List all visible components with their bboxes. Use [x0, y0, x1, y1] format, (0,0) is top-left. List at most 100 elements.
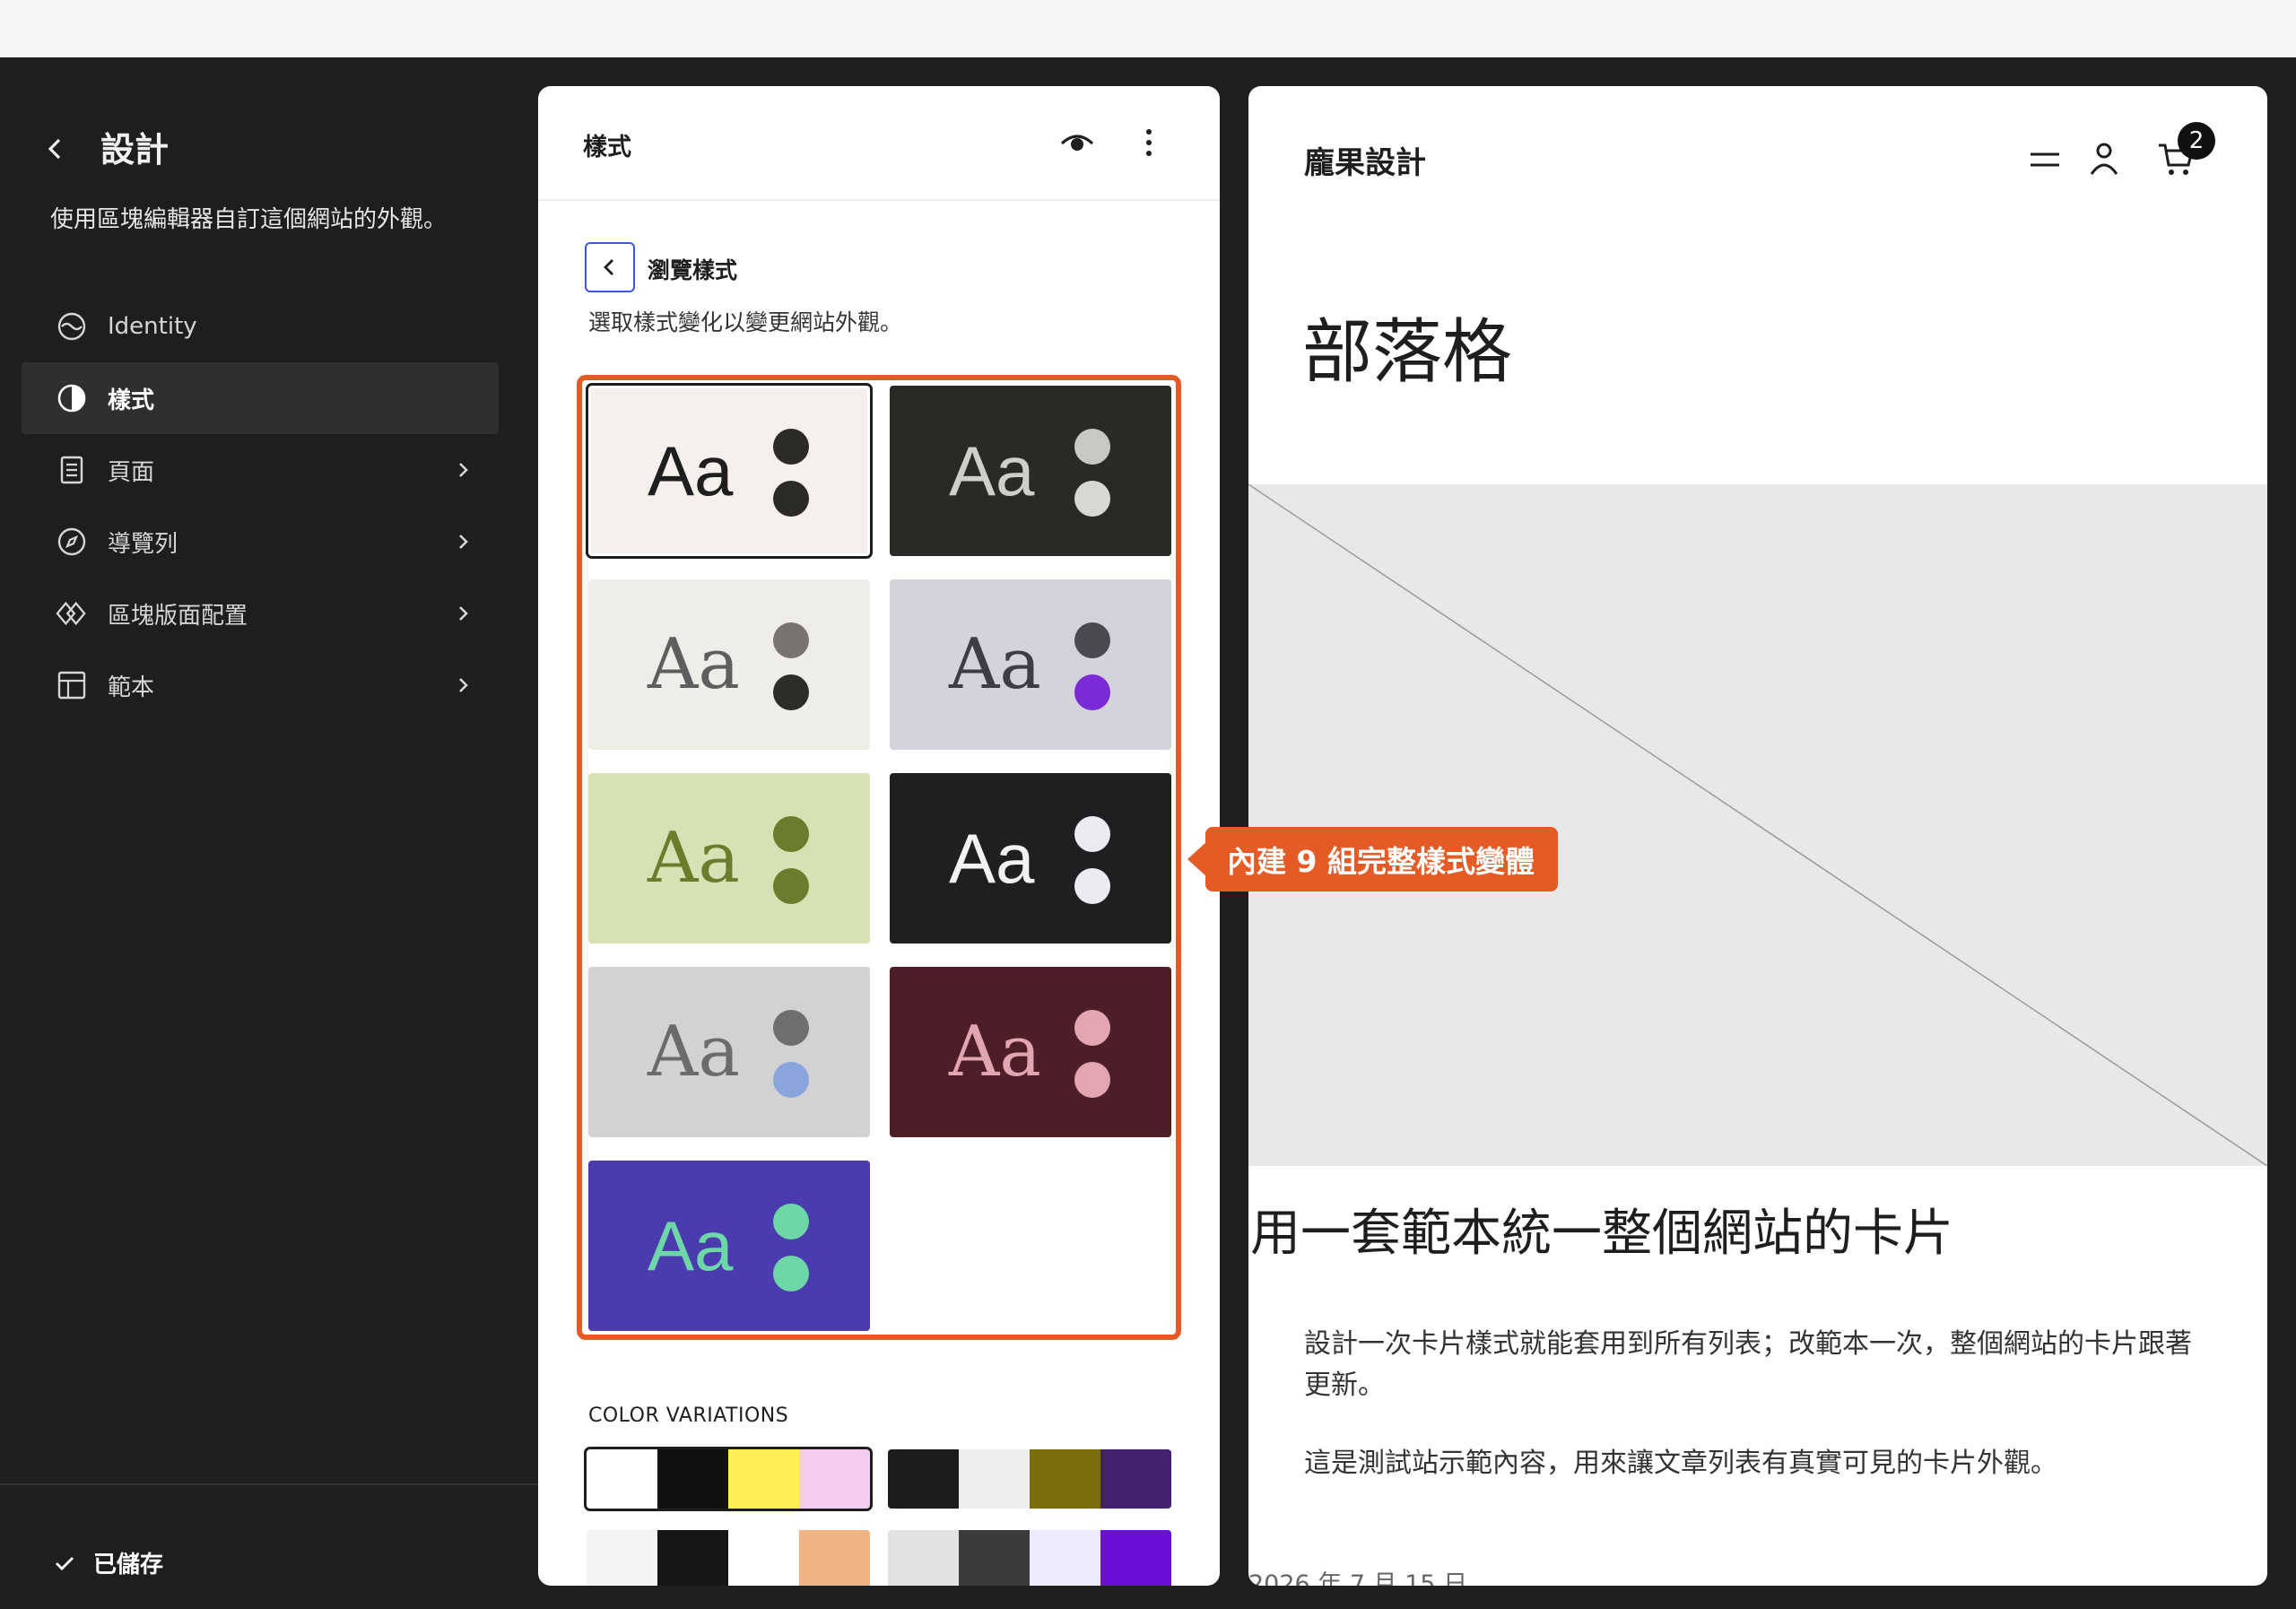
variation-color-dot [773, 481, 809, 517]
color-variation-4[interactable] [888, 1530, 1171, 1586]
palette-swatch [959, 1530, 1030, 1586]
chevron-right-icon [459, 535, 468, 549]
variation-sample-text: Aa [648, 624, 740, 705]
style-variation-3[interactable]: Aa [588, 579, 870, 750]
chevron-left-icon [48, 138, 61, 160]
panel-title: 樣式 [583, 134, 631, 161]
saved-label: 已儲存 [93, 1552, 164, 1579]
palette-swatch [1030, 1530, 1100, 1586]
variation-color-dot [773, 622, 809, 658]
menu-icon[interactable] [2027, 142, 2063, 178]
sidebar-title: 設計 [100, 130, 170, 170]
post-note: 這是測試站示範內容，用來讓文章列表有真實可見的卡片外觀。 [1304, 1448, 2057, 1479]
sidebar-item-identity[interactable]: Identity [22, 291, 499, 362]
variation-color-dot [773, 1062, 809, 1098]
placeholder-diagonal [1248, 483, 2267, 1167]
variation-color-dot [1074, 622, 1110, 658]
sidebar-item-templates[interactable]: 範本 [22, 649, 499, 721]
variation-sample-text: Aa [648, 1012, 740, 1092]
more-options-button[interactable] [1126, 120, 1171, 165]
post-title[interactable]: 用一套範本統一整個網站的卡片 [1250, 1193, 1953, 1265]
variation-sample-text: Aa [648, 1206, 734, 1285]
palette-swatch [888, 1530, 959, 1586]
style-variation-4[interactable]: Aa [890, 579, 1171, 750]
eye-icon [1060, 135, 1094, 151]
style-variation-6[interactable]: Aa [890, 773, 1171, 944]
save-status: 已儲存 [52, 1546, 163, 1579]
contrast-icon [56, 382, 88, 414]
variation-color-dot [1074, 868, 1110, 904]
style-book-button[interactable] [1055, 120, 1100, 165]
post-date: 2026 年 7 月 15 日 [1248, 1570, 1468, 1586]
chevron-left-icon [604, 259, 613, 275]
chevron-right-icon [459, 463, 468, 477]
variation-sample-text: Aa [949, 431, 1035, 510]
check-icon [56, 1556, 74, 1570]
page-icon [56, 454, 88, 486]
symbol-icon [56, 597, 88, 630]
sidebar-footer: 已儲存 [0, 1483, 538, 1609]
style-variation-7[interactable]: Aa [588, 967, 870, 1137]
chevron-right-icon [459, 606, 468, 621]
variation-color-dot [773, 1010, 809, 1046]
variation-color-dot [773, 429, 809, 465]
variation-color-dot [1074, 481, 1110, 517]
cart-count-badge: 2 [2178, 122, 2215, 160]
variation-color-dot [773, 674, 809, 710]
variation-color-dot [773, 868, 809, 904]
back-to-styles-button[interactable] [585, 242, 635, 292]
sidebar-item-label: 樣式 [108, 387, 155, 414]
featured-image-placeholder [1248, 483, 2267, 1167]
palette-swatch [799, 1449, 870, 1509]
variation-color-dot [1074, 1010, 1110, 1046]
chevron-right-icon [459, 678, 468, 692]
variation-sample-text: Aa [949, 819, 1035, 898]
palette-swatch [587, 1530, 657, 1586]
style-variation-1[interactable]: Aa [586, 383, 873, 559]
color-variation-2[interactable] [888, 1449, 1171, 1509]
style-variation-5[interactable]: Aa [588, 773, 870, 944]
palette-swatch [657, 1449, 728, 1509]
account-icon[interactable] [2084, 138, 2124, 178]
site-title[interactable]: 龐果設計 [1304, 138, 1426, 182]
sidebar-item-styles[interactable]: 樣式 [22, 362, 499, 434]
color-variation-3[interactable] [587, 1530, 870, 1586]
sidebar-nav: Identity 樣式 頁面 導覽列 區塊版面配置 範本 [22, 291, 499, 721]
variation-color-dot [773, 1256, 809, 1292]
variation-sample-text: Aa [648, 431, 734, 510]
sidebar-item-pages[interactable]: 頁面 [22, 434, 499, 506]
annotation-callout: 內建 9 組完整樣式變體 [1187, 827, 1558, 891]
layout-icon [56, 669, 88, 701]
sidebar-item-label: 區塊版面配置 [108, 602, 248, 630]
page-heading: 部落格 [1302, 312, 1513, 393]
variation-color-dot [1074, 429, 1110, 465]
sidebar-item-label: 頁面 [108, 458, 155, 486]
palette-swatch [728, 1449, 799, 1509]
sidebar-item-label: Identity [108, 313, 197, 340]
palette-swatch [657, 1530, 728, 1586]
palette-swatch [1030, 1449, 1100, 1509]
style-variation-2[interactable]: Aa [890, 386, 1171, 556]
sidebar-item-label: 導覽列 [108, 530, 178, 558]
browse-styles-title: 瀏覽樣式 [648, 257, 738, 283]
variation-sample-text: Aa [648, 818, 740, 899]
style-variation-8[interactable]: Aa [890, 967, 1171, 1137]
sidebar-item-patterns[interactable]: 區塊版面配置 [22, 578, 499, 649]
panel-header: 樣式 [538, 86, 1220, 201]
browser-top-bar [0, 0, 2296, 57]
color-variation-1[interactable] [584, 1447, 873, 1511]
color-variations-label: COLOR VARIATIONS [588, 1405, 789, 1427]
palette-swatch [888, 1449, 959, 1509]
variation-sample-text: Aa [949, 1012, 1041, 1092]
variation-color-dot [1074, 1062, 1110, 1098]
palette-swatch [1100, 1449, 1171, 1509]
sidebar-description: 使用區塊編輯器自訂這個網站的外觀。 [50, 206, 448, 233]
identity-icon [56, 310, 88, 343]
palette-swatch [728, 1530, 799, 1586]
variation-color-dot [1074, 816, 1110, 852]
back-button[interactable] [36, 129, 75, 169]
more-vertical-icon [1146, 129, 1152, 156]
palette-swatch [959, 1449, 1030, 1509]
style-variation-9[interactable]: Aa [588, 1161, 870, 1331]
sidebar-item-navigation[interactable]: 導覽列 [22, 506, 499, 578]
